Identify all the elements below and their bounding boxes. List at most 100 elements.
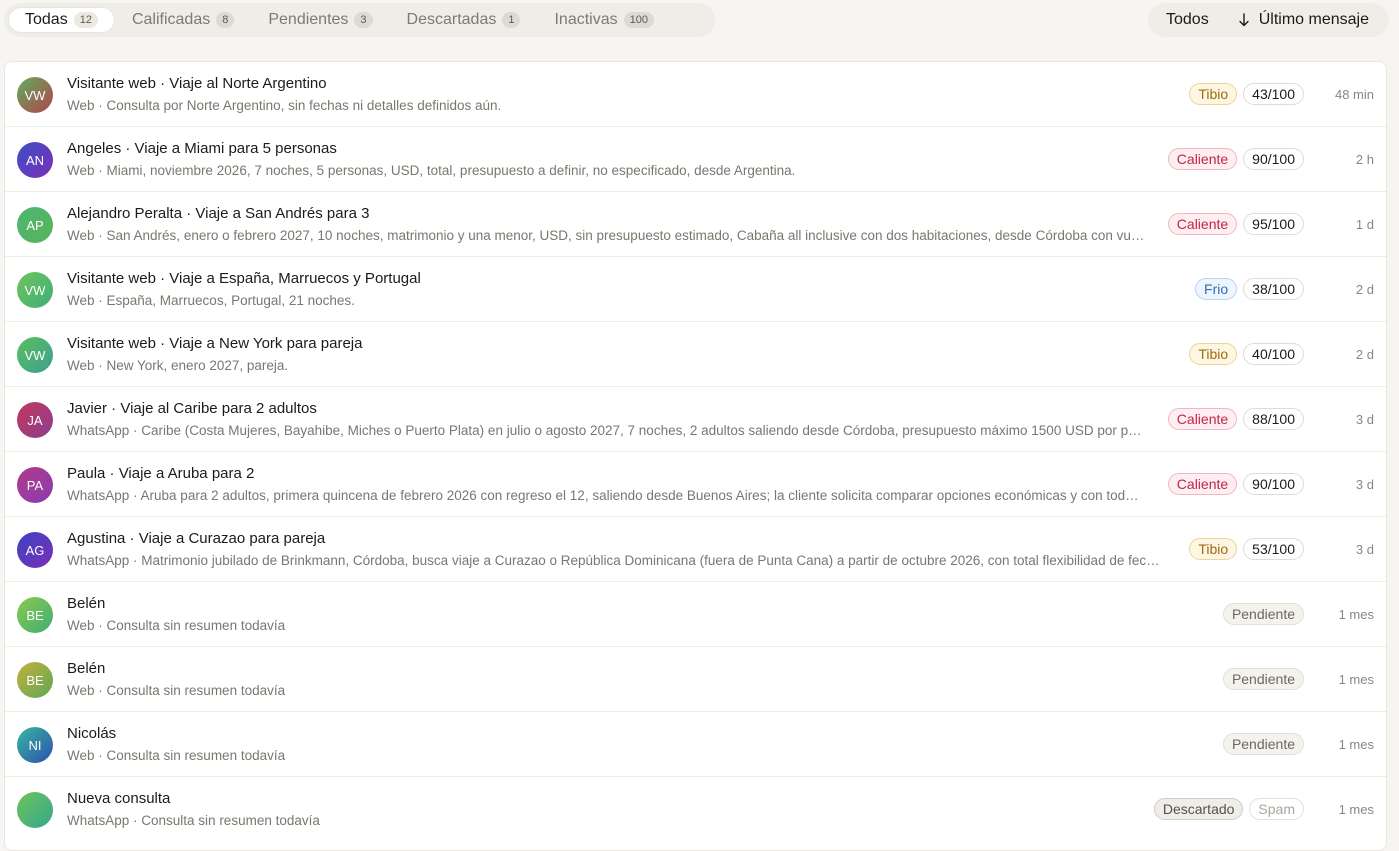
lead-row[interactable]: AN Angeles · Viaje a Miami para 5 person… [5, 127, 1386, 192]
lead-summary: Web · New York, enero 2027, pareja. [67, 358, 289, 373]
last-message-time: 1 mes [1338, 672, 1374, 687]
lead-row[interactable]: AP Alejandro Peralta · Viaje a San André… [5, 192, 1386, 257]
last-message-time: 3 d [1355, 412, 1374, 427]
avatar: PA [17, 467, 53, 503]
lead-row[interactable]: JA Javier · Viaje al Caribe para 2 adult… [5, 387, 1386, 452]
lead-title: Visitante web · Viaje a España, Marrueco… [67, 270, 421, 287]
status-badge: Descartado [1153, 798, 1244, 820]
tab-label: Pendientes [268, 11, 349, 28]
lead-row[interactable]: VW Visitante web · Viaje a España, Marru… [5, 257, 1386, 322]
last-message-time: 3 d [1355, 542, 1374, 557]
lead-badges: Pendiente [1222, 668, 1304, 690]
avatar: AG [17, 532, 53, 568]
temperature-badge: Caliente [1167, 408, 1238, 430]
lead-badges: Descartado Spam [1153, 798, 1304, 820]
tab-descartadas[interactable]: Descartadas 1 [391, 8, 537, 32]
lead-list: VW Visitante web · Viaje al Norte Argent… [4, 61, 1387, 851]
lead-title: Javier · Viaje al Caribe para 2 adultos [67, 400, 317, 417]
temperature-badge: Caliente [1167, 213, 1238, 235]
temperature-badge: Frio [1195, 278, 1238, 300]
lead-badges: Frio 38/100 [1195, 278, 1304, 300]
avatar: VW [17, 272, 53, 308]
score-badge: 53/100 [1243, 538, 1304, 560]
lead-summary: WhatsApp · Caribe (Costa Mujeres, Bayahi… [67, 423, 1145, 438]
tab-pendientes[interactable]: Pendientes 3 [252, 8, 388, 32]
last-message-time: 2 d [1355, 347, 1374, 362]
lead-row[interactable]: NI Nicolás Web · Consulta sin resumen to… [5, 712, 1386, 777]
lead-row[interactable]: BE Belén Web · Consulta sin resumen toda… [5, 647, 1386, 712]
lead-badges: Caliente 88/100 [1167, 408, 1304, 430]
tab-calificadas[interactable]: Calificadas 8 [116, 8, 250, 32]
last-message-time: 1 d [1355, 217, 1374, 232]
lead-title: Alejandro Peralta · Viaje a San Andrés p… [67, 205, 370, 222]
tab-count: 8 [216, 12, 235, 28]
lead-row[interactable]: Nueva consulta WhatsApp · Consulta sin r… [5, 777, 1386, 842]
last-message-time: 1 mes [1338, 607, 1374, 622]
top-bar: Todas 12 Calificadas 8 Pendientes 3 Desc… [0, 0, 1399, 60]
lead-badges: Pendiente [1222, 603, 1304, 625]
temperature-badge: Caliente [1167, 473, 1238, 495]
tab-todas[interactable]: Todas 12 [9, 8, 114, 32]
owner-filter-button[interactable]: Todos [1166, 11, 1209, 29]
status-badge: Pendiente [1222, 733, 1304, 755]
last-message-time: 48 min [1334, 87, 1374, 102]
tab-count: 100 [623, 12, 654, 28]
lead-row[interactable]: AG Agustina · Viaje a Curazao para parej… [5, 517, 1386, 582]
lead-row[interactable]: VW Visitante web · Viaje al Norte Argent… [5, 62, 1386, 127]
avatar: BE [17, 597, 53, 633]
lead-title: Nicolás [67, 725, 117, 742]
tab-label: Descartadas [406, 11, 497, 28]
score-badge: 40/100 [1243, 343, 1304, 365]
tab-label: Todas [25, 11, 68, 28]
avatar: VW [17, 337, 53, 373]
lead-badges: Caliente 90/100 [1167, 473, 1304, 495]
sort-controls: Todos Último mensaje [1148, 3, 1389, 37]
score-badge: 38/100 [1243, 278, 1304, 300]
temperature-badge: Tibio [1189, 343, 1238, 365]
lead-summary: Web · Consulta sin resumen todavía [67, 748, 286, 763]
tab-inactivas[interactable]: Inactivas 100 [538, 8, 670, 32]
last-message-time: 2 h [1355, 152, 1374, 167]
lead-title: Belén [67, 595, 106, 612]
lead-title: Agustina · Viaje a Curazao para pareja [67, 530, 326, 547]
lead-summary: Web · Consulta por Norte Argentino, sin … [67, 98, 502, 113]
sort-order-label: Último mensaje [1258, 11, 1369, 28]
lead-title: Visitante web · Viaje a New York para pa… [67, 335, 363, 352]
score-badge: 95/100 [1243, 213, 1304, 235]
lead-badges: Pendiente [1222, 733, 1304, 755]
lead-title: Belén [67, 660, 106, 677]
temperature-badge: Tibio [1189, 83, 1238, 105]
score-badge: 88/100 [1243, 408, 1304, 430]
status-badge: Pendiente [1222, 668, 1304, 690]
lead-summary: Web · España, Marruecos, Portugal, 21 no… [67, 293, 355, 308]
status-badge: Pendiente [1222, 603, 1304, 625]
avatar [17, 792, 53, 828]
lead-title: Angeles · Viaje a Miami para 5 personas [67, 140, 337, 157]
lead-row[interactable]: PA Paula · Viaje a Aruba para 2 WhatsApp… [5, 452, 1386, 517]
spam-badge: Spam [1249, 798, 1304, 820]
lead-row[interactable]: VW Visitante web · Viaje a New York para… [5, 322, 1386, 387]
lead-summary: WhatsApp · Matrimonio jubilado de Brinkm… [67, 553, 1167, 568]
sort-order-button[interactable]: Último mensaje [1239, 11, 1369, 29]
score-badge: 43/100 [1243, 83, 1304, 105]
lead-row[interactable]: BE Belén Web · Consulta sin resumen toda… [5, 582, 1386, 647]
tab-count: 3 [354, 12, 373, 28]
tab-label: Inactivas [554, 11, 618, 28]
lead-summary: Web · San Andrés, enero o febrero 2027, … [67, 228, 1145, 243]
score-badge: 90/100 [1243, 148, 1304, 170]
lead-badges: Tibio 53/100 [1189, 538, 1304, 560]
lead-title: Visitante web · Viaje al Norte Argentino [67, 75, 327, 92]
last-message-time: 3 d [1355, 477, 1374, 492]
score-badge: 90/100 [1243, 473, 1304, 495]
avatar: BE [17, 662, 53, 698]
temperature-badge: Tibio [1189, 538, 1238, 560]
tab-label: Calificadas [131, 11, 211, 28]
avatar: JA [17, 402, 53, 438]
lead-summary: WhatsApp · Consulta sin resumen todavía [67, 813, 320, 828]
lead-title: Nueva consulta [67, 790, 171, 807]
lead-badges: Tibio 43/100 [1189, 83, 1304, 105]
lead-badges: Tibio 40/100 [1189, 343, 1304, 365]
lead-summary: Web · Consulta sin resumen todavía [67, 618, 286, 633]
tab-count: 1 [502, 12, 521, 28]
lead-summary: Web · Miami, noviembre 2026, 7 noches, 5… [67, 163, 796, 178]
